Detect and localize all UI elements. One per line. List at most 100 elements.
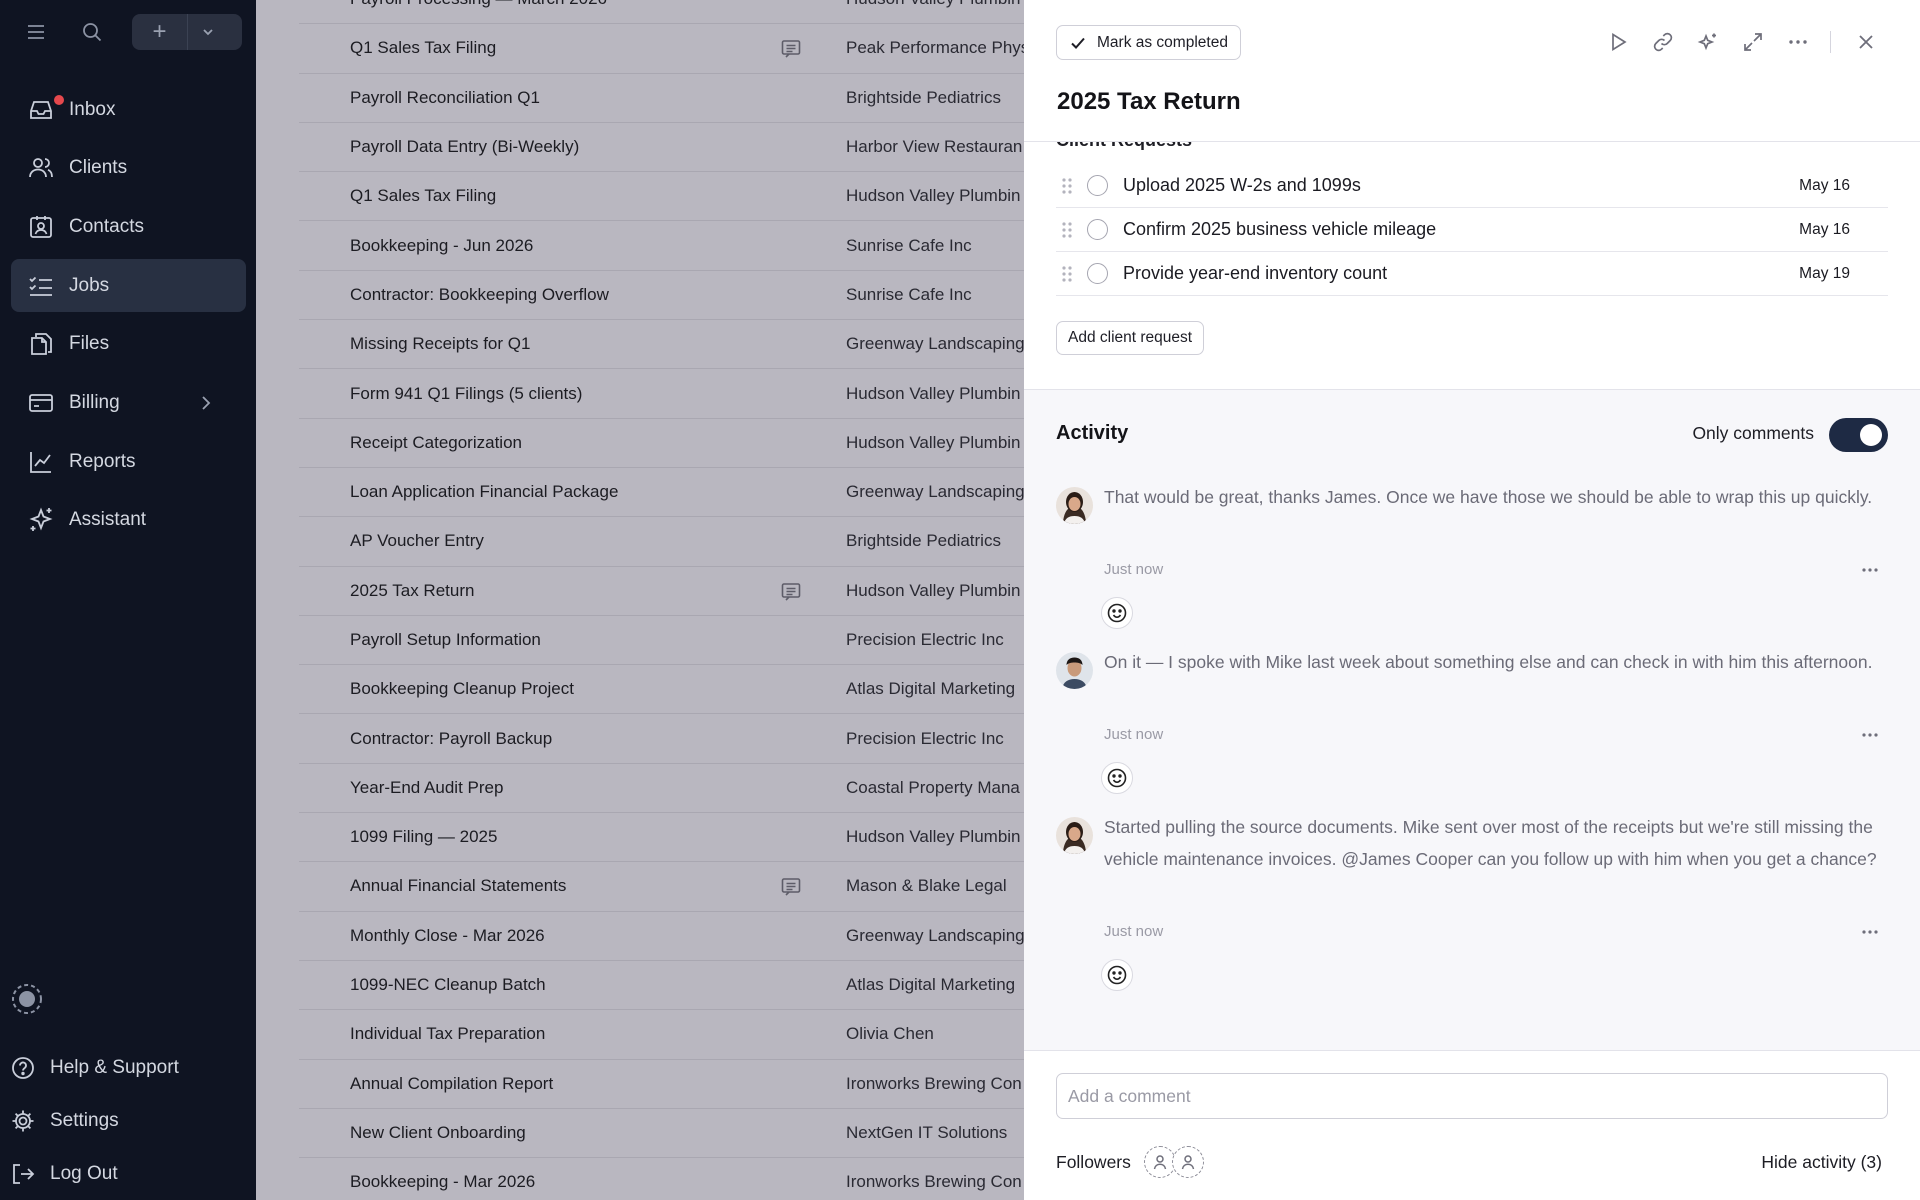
job-row[interactable]: Individual Tax Preparation Olivia Chen [299,1010,1024,1060]
nav-label: Contacts [69,215,144,237]
job-row[interactable]: Bookkeeping Cleanup Project Atlas Digital… [299,665,1024,715]
add-reaction-button[interactable] [1101,597,1133,629]
job-row[interactable]: Q1 Sales Tax Filing Peak Performance Phys [299,24,1029,74]
drag-handle-icon[interactable] [1061,221,1073,239]
job-client: Brightside Pediatrics [846,531,1001,551]
job-row[interactable]: Receipt Categorization Hudson Valley Plum… [299,419,1024,468]
job-client: Hudson Valley Plumbin [846,186,1021,206]
nav-label: Billing [69,391,120,413]
chevron-down-icon[interactable] [188,14,228,50]
nav-item-files[interactable]: Files [11,318,246,371]
job-row[interactable]: 1099 Filing — 2025 Hudson Valley Plumbin [299,813,1024,863]
job-row[interactable]: AP Voucher Entry Brightside Pediatrics [299,517,1024,567]
job-name: Monthly Close - Mar 2026 [350,925,545,945]
nav-item-billing[interactable]: Billing [11,376,246,429]
job-row[interactable]: Bookkeeping - Jun 2026 Sunrise Cafe Inc [299,221,1024,271]
job-row[interactable]: New Client Onboarding NextGen IT Solution… [299,1109,1024,1159]
only-comments-toggle[interactable] [1829,418,1888,452]
job-client: Brightside Pediatrics [846,87,1001,107]
nav-item-jobs[interactable]: Jobs [11,259,246,313]
job-row[interactable]: 1099-NEC Cleanup Batch Atlas Digital Mark… [299,961,1024,1011]
more-icon[interactable] [1784,28,1812,56]
close-icon[interactable] [1852,28,1880,56]
job-row[interactable]: Contractor: Bookkeeping Overflow Sunrise … [299,271,1024,321]
nav-item-assistant[interactable]: Assistant [11,494,246,547]
job-row[interactable]: Payroll Setup Information Precision Elect… [299,616,1024,666]
client-request-item[interactable]: Upload 2025 W-2s and 1099s May 16 [1056,164,1888,208]
job-name: 2025 Tax Return [350,580,475,600]
job-list-rows: Payroll Processing — March 2026 Hudson Va… [299,0,1029,1200]
add-follower-button[interactable] [1172,1146,1204,1178]
request-text: Confirm 2025 business vehicle mileage [1123,219,1437,239]
inbox-unread-dot [54,95,64,105]
avatar [1056,817,1093,854]
job-row[interactable]: Year-End Audit Prep Coastal Property Mana [299,764,1024,814]
comment-text: On it — I spoke with Mike last week abou… [1104,652,1873,672]
more-icon[interactable] [1860,922,1880,942]
expand-icon[interactable] [1739,28,1767,56]
search-icon[interactable] [76,16,108,48]
users-icon [29,158,53,178]
nav-label: Files [69,333,110,355]
job-name: Receipt Categorization [350,432,522,452]
job-row[interactable]: Form 941 Q1 Filings (5 clients) Hudson Va… [299,369,1024,419]
more-icon[interactable] [1860,560,1880,580]
job-client: Atlas Digital Marketing [846,679,1016,699]
hide-activity-button[interactable]: Hide activity (3) [1761,1152,1882,1173]
job-client: Greenway Landscaping [846,482,1025,502]
drag-handle-icon[interactable] [1061,265,1073,283]
client-request-item[interactable]: Confirm 2025 business vehicle mileage Ma… [1056,208,1888,252]
job-client: Greenway Landscaping [846,925,1025,945]
more-icon[interactable] [1860,725,1880,745]
job-row[interactable]: Bookkeeping - Mar 2026 Ironworks Brewing … [299,1158,1024,1200]
job-client: Sunrise Cafe Inc [846,284,972,304]
job-row[interactable]: Payroll Data Entry (Bi-Weekly) Harbor Vie… [299,123,1024,173]
job-row[interactable]: 2025 Tax Return Hudson Valley Plumbin [299,567,1024,616]
add-comment-input[interactable] [1056,1073,1888,1119]
menu-icon[interactable] [20,16,52,48]
job-row[interactable]: Annual Financial Statements Mason & Blake… [299,862,1024,912]
job-row[interactable]: Payroll Reconciliation Q1 Brightside Pedi… [299,74,1024,123]
new-item-button[interactable]: + [132,14,242,50]
nav-item-reports[interactable]: Reports [11,435,246,488]
job-row[interactable]: Contractor: Payroll Backup Precision Elec… [299,714,1024,764]
nav-item-clients[interactable]: Clients [11,142,246,195]
job-name: Contractor: Bookkeeping Overflow [350,284,609,304]
add-reaction-button[interactable] [1101,762,1133,794]
request-checkbox[interactable] [1087,219,1108,240]
help-support-link[interactable]: Help & Support [10,1041,246,1094]
smiley-icon [1107,768,1127,788]
job-client: Hudson Valley Plumbin [846,580,1021,600]
client-request-item[interactable]: Provide year-end inventory count May 19 [1056,252,1888,296]
job-name: Individual Tax Preparation [350,1024,546,1044]
job-row[interactable]: Monthly Close - Mar 2026 Greenway Landsca… [299,912,1025,961]
add-client-request-button[interactable]: Add client request [1056,321,1205,355]
chevron-right-icon[interactable] [196,393,216,413]
settings-link[interactable]: Settings [10,1094,246,1147]
play-icon[interactable] [1604,28,1632,56]
link-icon[interactable] [1649,28,1677,56]
plus-icon[interactable]: + [132,14,188,50]
nav-item-inbox[interactable]: Inbox [11,83,246,136]
panel-header-actions [1587,28,1880,56]
files-icon [31,333,52,356]
job-row[interactable]: Loan Application Financial Package Greenw… [299,468,1025,518]
job-name: Loan Application Financial Package [350,482,619,502]
job-name: Payroll Reconciliation Q1 [350,87,540,107]
mark-as-completed-button[interactable]: Mark as completed [1056,25,1241,60]
checklist-icon [29,276,52,296]
job-row[interactable]: Payroll Processing — March 2026 Hudson Va… [299,0,1024,25]
job-row[interactable]: Missing Receipts for Q1 Greenway Landscap… [299,320,1025,370]
job-row[interactable]: Q1 Sales Tax Filing Hudson Valley Plumbin [299,172,1024,222]
job-client: Ironworks Brewing Con [846,1172,1022,1192]
log-out-link[interactable]: Log Out [10,1147,246,1200]
request-checkbox[interactable] [1087,263,1108,284]
log-out-label: Log Out [50,1162,118,1184]
add-reaction-button[interactable] [1101,959,1133,991]
job-row[interactable]: Annual Compilation Report Ironworks Brewi… [299,1060,1024,1109]
request-checkbox[interactable] [1087,175,1108,196]
sparkles-icon[interactable] [1694,28,1722,56]
nav-item-contacts[interactable]: Contacts [11,200,246,253]
drag-handle-icon[interactable] [1061,177,1073,195]
status-ring-icon[interactable] [10,982,44,1016]
